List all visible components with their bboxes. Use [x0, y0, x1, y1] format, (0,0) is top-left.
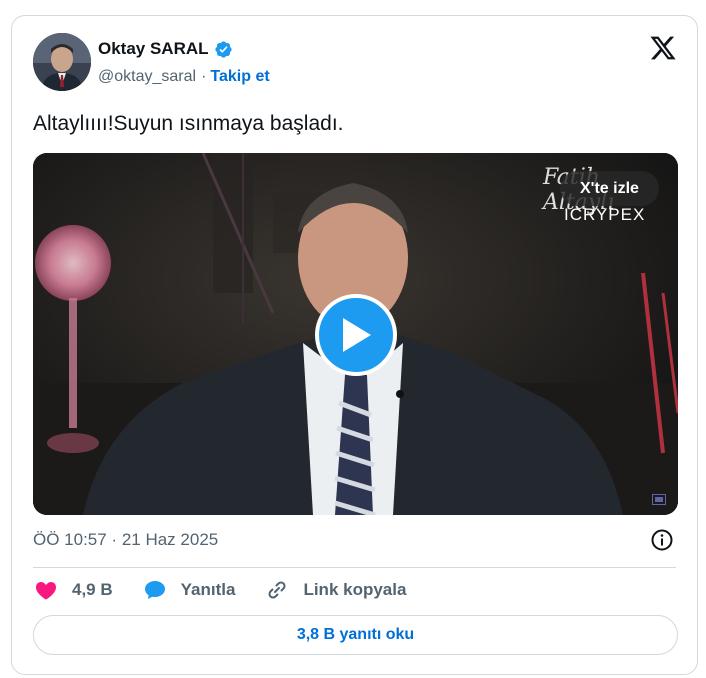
author-name-row: Oktay SARAL [98, 39, 233, 59]
tweet-actions: 4,9 B Yanıtla Link kopyala [34, 578, 436, 602]
reply-bubble-icon [143, 578, 167, 602]
heart-icon [34, 578, 58, 602]
divider [33, 567, 676, 568]
play-button[interactable] [315, 294, 397, 376]
tweet-timestamp[interactable]: ÖÖ 10:57 · 21 Haz 2025 [33, 530, 218, 550]
play-icon [343, 318, 371, 352]
follow-button[interactable]: Takip et [210, 68, 269, 86]
x-logo-icon[interactable] [649, 34, 677, 62]
like-action[interactable]: 4,9 B [34, 578, 113, 602]
verified-badge-icon [214, 40, 233, 59]
reply-label: Yanıtla [180, 580, 236, 599]
copy-link-action[interactable]: Link kopyala [265, 578, 406, 602]
info-icon[interactable] [650, 528, 674, 552]
copy-link-label: Link kopyala [303, 580, 407, 599]
handle-separator: · [201, 68, 207, 85]
video-player[interactable]: Fatih Altaylı ICRYPEX X'te izle [33, 153, 678, 515]
read-replies-button[interactable]: 3,8 B yanıtı oku [33, 615, 678, 655]
watch-on-x-button[interactable]: X'te izle [560, 171, 659, 206]
like-count: 4,9 B [72, 580, 113, 599]
media-corner-icon [652, 492, 666, 505]
avatar[interactable] [33, 33, 91, 91]
link-icon [265, 578, 289, 602]
tweet-embed-card: Oktay SARAL @oktay_saral · Takip et Alta… [11, 15, 698, 675]
video-watermark-brand: ICRYPEX [564, 205, 646, 224]
author-handle-row: @oktay_saral · Takip et [98, 68, 270, 86]
author-handle[interactable]: @oktay_saral [98, 68, 196, 86]
author-name[interactable]: Oktay SARAL [98, 39, 209, 59]
reply-action[interactable]: Yanıtla [143, 578, 236, 602]
tweet-text: Altaylıııı!Suyun ısınmaya başladı. [33, 112, 344, 135]
